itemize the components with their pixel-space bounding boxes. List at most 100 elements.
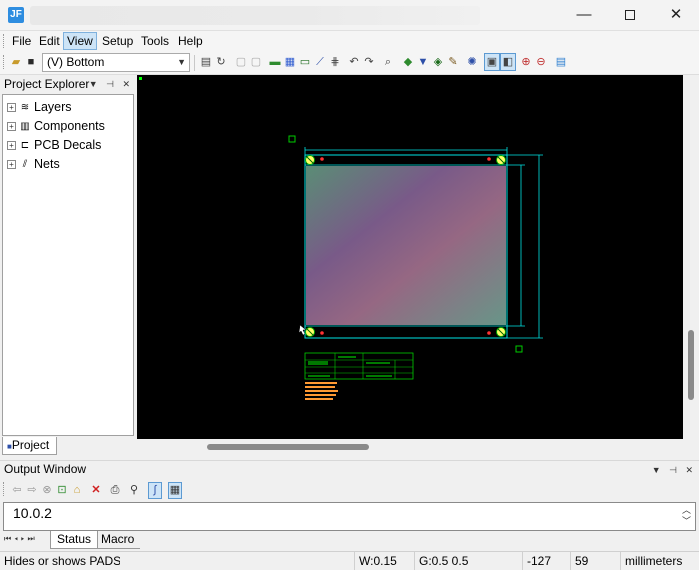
nets-icon: ⫽: [22, 158, 28, 170]
zoom-in-icon[interactable]: ⊕: [519, 55, 533, 69]
grid-icon[interactable]: ⋕: [328, 55, 342, 69]
menu-file[interactable]: File: [9, 32, 34, 50]
stop-icon[interactable]: ⊗: [40, 483, 54, 497]
dimension-icon[interactable]: ⟋: [313, 55, 327, 69]
route-icon[interactable]: ◆: [401, 55, 415, 69]
clear-icon[interactable]: ✕: [89, 483, 103, 497]
status-hint: Hides or shows PADS :: [4, 554, 120, 568]
via-marker: [487, 331, 491, 335]
print-icon[interactable]: ⎙: [108, 483, 122, 497]
mounting-pad-bottom-right[interactable]: [496, 327, 506, 337]
expand-icon[interactable]: +: [7, 141, 16, 151]
vertical-scrollbar[interactable]: [683, 75, 699, 439]
menu-setup[interactable]: Setup: [99, 32, 136, 50]
via-marker: [487, 157, 491, 161]
mounting-pad-top-right[interactable]: [496, 155, 506, 165]
add-pins-icon[interactable]: ▦: [283, 55, 297, 69]
layer-colors-icon[interactable]: ▤: [554, 55, 568, 69]
properties-icon[interactable]: ▤: [199, 55, 213, 69]
menu-help[interactable]: Help: [175, 32, 206, 50]
tab-navigation-icons[interactable]: ⏮◂▸⏭: [4, 534, 38, 544]
tab-project[interactable]: ■Project: [2, 437, 57, 455]
highlight-icon[interactable]: ✎: [446, 55, 460, 69]
open-icon[interactable]: ▰: [9, 55, 23, 69]
toolbar-grip[interactable]: [3, 55, 6, 69]
tab-macro[interactable]: Macro: [95, 531, 141, 549]
home-icon[interactable]: ⌂: [70, 483, 84, 497]
output-scroll-arrows[interactable]: ︿ ﹀: [682, 505, 691, 527]
via-marker: [320, 157, 324, 161]
maximize-button[interactable]: [607, 0, 653, 31]
filter-icon[interactable]: ▢: [249, 55, 263, 69]
mounting-pad-bottom-left[interactable]: [305, 327, 315, 337]
project-tab-label: Project: [11, 438, 50, 452]
output-text: 10.0.2: [13, 505, 52, 521]
status-grid: G:0.5 0.5: [414, 552, 522, 570]
vertical-scroll-thumb[interactable]: [688, 330, 694, 400]
find-icon[interactable]: ⚲: [127, 483, 141, 497]
close-button[interactable]: ✕: [653, 0, 699, 31]
main-toolbar: ▰ ■ (V) Bottom ▼ ▤ ↻ ▢ ▢ ▬ ▦ ▭ ⟋ ⋕ ↶ ↷ ⌕…: [0, 51, 699, 75]
origin-marker: [139, 77, 142, 80]
tree-item-layers[interactable]: + ≋ Layers: [7, 98, 72, 116]
display-toggle-icon[interactable]: ▣: [484, 53, 500, 71]
horizontal-scroll-thumb[interactable]: [207, 444, 369, 450]
tree-item-pcb-decals[interactable]: + ⊏ PCB Decals: [7, 136, 101, 154]
zoom-out-icon[interactable]: ⊖: [534, 55, 548, 69]
redraw-icon[interactable]: ↻: [214, 55, 228, 69]
panel-controls[interactable]: ▼ ⊣ ✕: [89, 75, 133, 93]
maximize-icon: [625, 10, 635, 21]
menu-bar: File Edit View Setup Tools Help: [0, 31, 699, 51]
status-y-coordinate: 59: [570, 552, 620, 570]
menu-edit[interactable]: Edit: [36, 32, 63, 50]
select-mode-icon[interactable]: ▢: [234, 55, 248, 69]
fiducial-marker-bottom: [515, 345, 523, 353]
output-window-header: Output Window ▼ ⊣ ✕: [0, 460, 699, 478]
word-wrap-icon[interactable]: ∫: [148, 482, 162, 499]
tree-item-label: Nets: [34, 157, 60, 171]
forward-icon[interactable]: ⇨: [25, 483, 39, 497]
menu-tools[interactable]: Tools: [138, 32, 172, 50]
project-tree: + ≋ Layers + ▥ Components + ⊏ PCB Decals + ⫽ Net…: [2, 94, 134, 436]
drc-icon[interactable]: ▼: [416, 55, 430, 69]
status-units: millimeters: [620, 552, 699, 570]
output-toolbar-grip[interactable]: [3, 482, 6, 496]
expand-icon[interactable]: +: [7, 122, 16, 132]
redo-icon[interactable]: ↷: [362, 55, 376, 69]
status-width: W:0.15: [354, 552, 414, 570]
output-text-area[interactable]: 10.0.2 ︿ ﹀: [3, 502, 696, 531]
save-icon[interactable]: ■: [24, 55, 38, 69]
split-view-icon[interactable]: ◧: [500, 53, 516, 71]
design-canvas[interactable]: [137, 75, 683, 439]
expand-icon[interactable]: +: [7, 160, 16, 170]
menu-view[interactable]: View: [63, 32, 97, 50]
tree-item-nets[interactable]: + ⫽ Nets: [7, 155, 60, 173]
window-title-redacted: [30, 6, 480, 25]
grid-view-icon[interactable]: ▦: [168, 482, 182, 499]
refresh-icon[interactable]: ⊡: [55, 483, 69, 497]
mounting-pad-top-left[interactable]: [305, 155, 315, 165]
output-panel-controls[interactable]: ▼ ⊣ ✕: [652, 462, 696, 479]
undo-icon[interactable]: ↶: [347, 55, 361, 69]
back-icon[interactable]: ⇦: [10, 483, 24, 497]
tree-item-label: PCB Decals: [34, 138, 102, 152]
tree-item-components[interactable]: + ▥ Components: [7, 117, 105, 135]
3d-view-icon[interactable]: ◈: [431, 55, 445, 69]
tab-status[interactable]: Status: [50, 531, 99, 549]
layer-select[interactable]: (V) Bottom ▼: [42, 53, 190, 72]
tree-item-label: Components: [34, 119, 105, 133]
menu-grip[interactable]: [3, 34, 6, 48]
pcb-drawing[interactable]: [137, 75, 683, 439]
horizontal-scrollbar[interactable]: [137, 439, 683, 455]
minimize-button[interactable]: —: [561, 0, 607, 31]
title-block: [304, 352, 414, 380]
expand-icon[interactable]: +: [7, 103, 16, 113]
add-component-icon[interactable]: ▬: [268, 55, 282, 69]
scroll-corner: [683, 439, 699, 455]
snap-icon[interactable]: ✺: [465, 55, 479, 69]
find-icon[interactable]: ⌕: [381, 55, 395, 69]
toolbar-separator: [194, 55, 195, 71]
output-toolbar: ⇦ ⇨ ⊗ ⊡ ⌂ ✕ ⎙ ⚲ ∫ ▦: [0, 479, 699, 502]
output-window-title: Output Window: [4, 462, 87, 476]
add-trace-icon[interactable]: ▭: [298, 55, 312, 69]
